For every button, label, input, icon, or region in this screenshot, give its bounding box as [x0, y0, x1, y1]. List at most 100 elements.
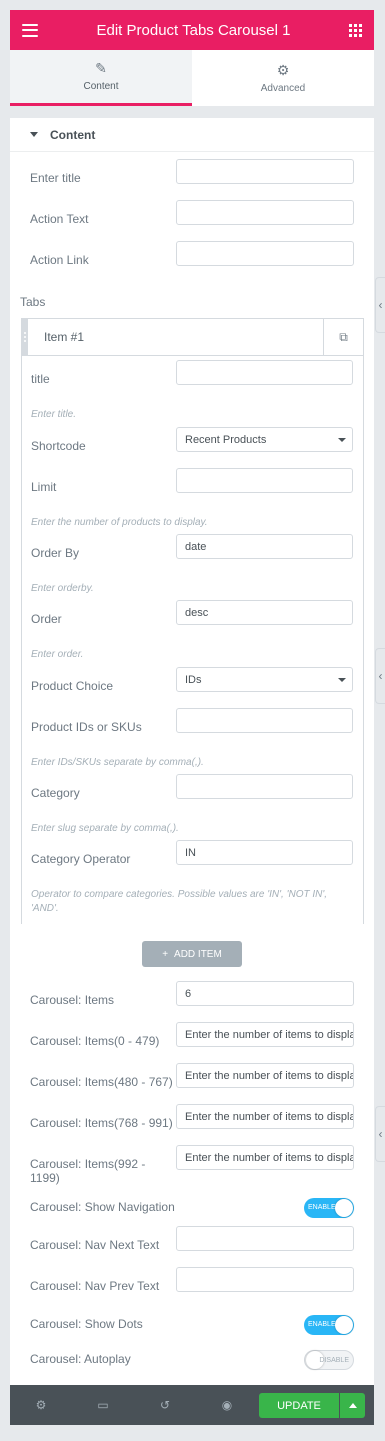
pencil-icon: ✎	[95, 60, 107, 76]
order-by-input[interactable]: date	[176, 534, 353, 559]
limit-input[interactable]	[176, 468, 353, 493]
category-input[interactable]	[176, 774, 353, 799]
field-limit: Limit	[31, 468, 353, 494]
tab-label: Content	[83, 81, 119, 92]
enter-title-input[interactable]	[176, 159, 354, 184]
nav-prev-text-input[interactable]	[176, 1267, 354, 1292]
editor-panel: Edit Product Tabs Carousel 1 ✎ Content ⚙…	[10, 10, 374, 1425]
update-options-button[interactable]	[340, 1393, 365, 1418]
drag-handle-icon[interactable]	[22, 319, 28, 355]
plus-icon: +	[162, 948, 169, 960]
field-label: Category Operator	[31, 852, 131, 866]
tab-label: Advanced	[260, 82, 306, 94]
tabs-label: Tabs	[20, 295, 46, 309]
add-item-button[interactable]: + ADD ITEM	[142, 941, 242, 967]
history-icon[interactable]: ↺	[134, 1385, 196, 1425]
gear-icon[interactable]: ⚙	[10, 1385, 72, 1425]
field-label: Shortcode	[31, 439, 86, 453]
field-label: Category	[31, 786, 80, 800]
field-label: Carousel: Items(992 - 1199)	[30, 1157, 146, 1185]
field-label: Carousel: Nav Next Text	[30, 1238, 160, 1252]
item-title-input[interactable]	[176, 360, 353, 385]
field-order-by: Order By date	[31, 534, 353, 560]
field-hint: Enter orderby.	[31, 583, 94, 594]
repeater-item-header[interactable]: Item #1 ⧉	[21, 318, 364, 356]
action-text-input[interactable]	[176, 200, 354, 225]
field-category-operator: Category Operator IN	[31, 840, 353, 866]
toggle-state: ENABLE	[308, 1321, 336, 1328]
action-link-input[interactable]	[176, 241, 354, 266]
order-input[interactable]: desc	[176, 600, 353, 625]
show-navigation-toggle[interactable]: ENABLE	[304, 1198, 354, 1218]
chevron-down-icon	[338, 438, 346, 442]
field-nav-next-text: Carousel: Nav Next Text	[30, 1226, 354, 1252]
carousel-items-input[interactable]: 6	[176, 981, 354, 1006]
collapse-handle[interactable]: ‹	[375, 648, 385, 704]
field-hint: Enter title.	[31, 409, 77, 420]
collapse-handle[interactable]: ‹	[375, 1106, 385, 1162]
field-hint: Enter order.	[31, 649, 84, 660]
carousel-items-0-479-input[interactable]: Enter the number of items to display	[176, 1022, 354, 1047]
update-button[interactable]: UPDATE	[259, 1393, 339, 1418]
tab-content[interactable]: ✎ Content	[10, 50, 192, 106]
section-title: Content	[50, 127, 96, 142]
autoplay-toggle[interactable]: DISABLE	[304, 1350, 354, 1370]
category-operator-input[interactable]: IN	[176, 840, 353, 865]
duplicate-icon[interactable]: ⧉	[323, 319, 363, 355]
chevron-down-icon	[338, 678, 346, 682]
panel-tabs: ✎ Content ⚙ Advanced	[10, 50, 374, 106]
field-label: Carousel: Nav Prev Text	[30, 1279, 160, 1293]
eye-icon[interactable]: ◉	[196, 1385, 258, 1425]
field-hint: Enter slug separate by comma(,).	[31, 823, 179, 834]
field-enter-title: Enter title	[30, 159, 354, 185]
select-value: Recent Products	[185, 433, 267, 446]
toggle-state: DISABLE	[319, 1357, 349, 1364]
carousel-items-992-1199-input[interactable]: Enter the number of items to display	[176, 1145, 354, 1170]
caret-up-icon	[348, 1403, 357, 1408]
grid-icon[interactable]	[349, 23, 362, 37]
field-carousel-items-992-1199: Carousel: Items(992 - 1199) Enter the nu…	[30, 1145, 354, 1185]
hamburger-icon[interactable]	[22, 23, 38, 37]
shortcode-select[interactable]: Recent Products	[176, 427, 353, 452]
field-label: Limit	[31, 480, 57, 494]
field-shortcode: Shortcode Recent Products	[31, 427, 353, 453]
field-carousel-items-768-991: Carousel: Items(768 - 991) Enter the num…	[30, 1104, 354, 1130]
field-item-title: title	[31, 360, 353, 386]
field-order: Order desc	[31, 600, 353, 626]
carousel-items-768-991-input[interactable]: Enter the number of items to display	[176, 1104, 354, 1129]
field-action-text: Action Text	[30, 200, 354, 226]
select-value: IDs	[185, 673, 202, 686]
add-item-label: ADD ITEM	[174, 948, 222, 960]
section-gap	[10, 106, 374, 118]
field-hint: Enter the number of products to display.	[31, 517, 208, 528]
field-label: Action Text	[30, 212, 89, 226]
field-label: title	[31, 372, 50, 386]
panel-title: Edit Product Tabs Carousel 1	[96, 21, 291, 39]
show-dots-toggle[interactable]: ENABLE	[304, 1315, 354, 1335]
chevron-left-icon: ‹	[378, 669, 383, 683]
section-toggle-content[interactable]: Content	[10, 118, 374, 152]
field-hint: Enter IDs/SKUs separate by comma(,).	[31, 757, 204, 768]
field-label: Carousel: Items(768 - 991)	[30, 1116, 173, 1130]
collapse-handle[interactable]: ‹	[375, 277, 385, 333]
product-ids-input[interactable]	[176, 708, 353, 733]
toggle-state: ENABLE	[308, 1204, 336, 1211]
field-action-link: Action Link	[30, 241, 354, 267]
field-label: Carousel: Items(480 - 767)	[30, 1075, 173, 1089]
carousel-items-480-767-input[interactable]: Enter the number of items to display	[176, 1063, 354, 1088]
product-choice-select[interactable]: IDs	[176, 667, 353, 692]
field-hint: Operator to compare categories. Possible…	[31, 889, 328, 914]
field-product-choice: Product Choice IDs	[31, 667, 353, 693]
desktop-icon[interactable]: ▭	[72, 1385, 134, 1425]
chevron-left-icon: ‹	[378, 1127, 383, 1141]
field-label: Carousel: Items(0 - 479)	[30, 1034, 160, 1048]
nav-next-text-input[interactable]	[176, 1226, 354, 1251]
field-carousel-items-480-767: Carousel: Items(480 - 767) Enter the num…	[30, 1063, 354, 1089]
field-carousel-items-0-479: Carousel: Items(0 - 479) Enter the numbe…	[30, 1022, 354, 1048]
field-label: Product Choice	[31, 679, 114, 693]
field-label: Order	[31, 612, 62, 626]
field-label: Carousel: Items	[30, 993, 115, 1007]
field-label: Carousel: Show Navigation	[30, 1200, 175, 1214]
field-nav-prev-text: Carousel: Nav Prev Text	[30, 1267, 354, 1293]
tab-advanced[interactable]: ⚙ Advanced	[192, 50, 374, 106]
